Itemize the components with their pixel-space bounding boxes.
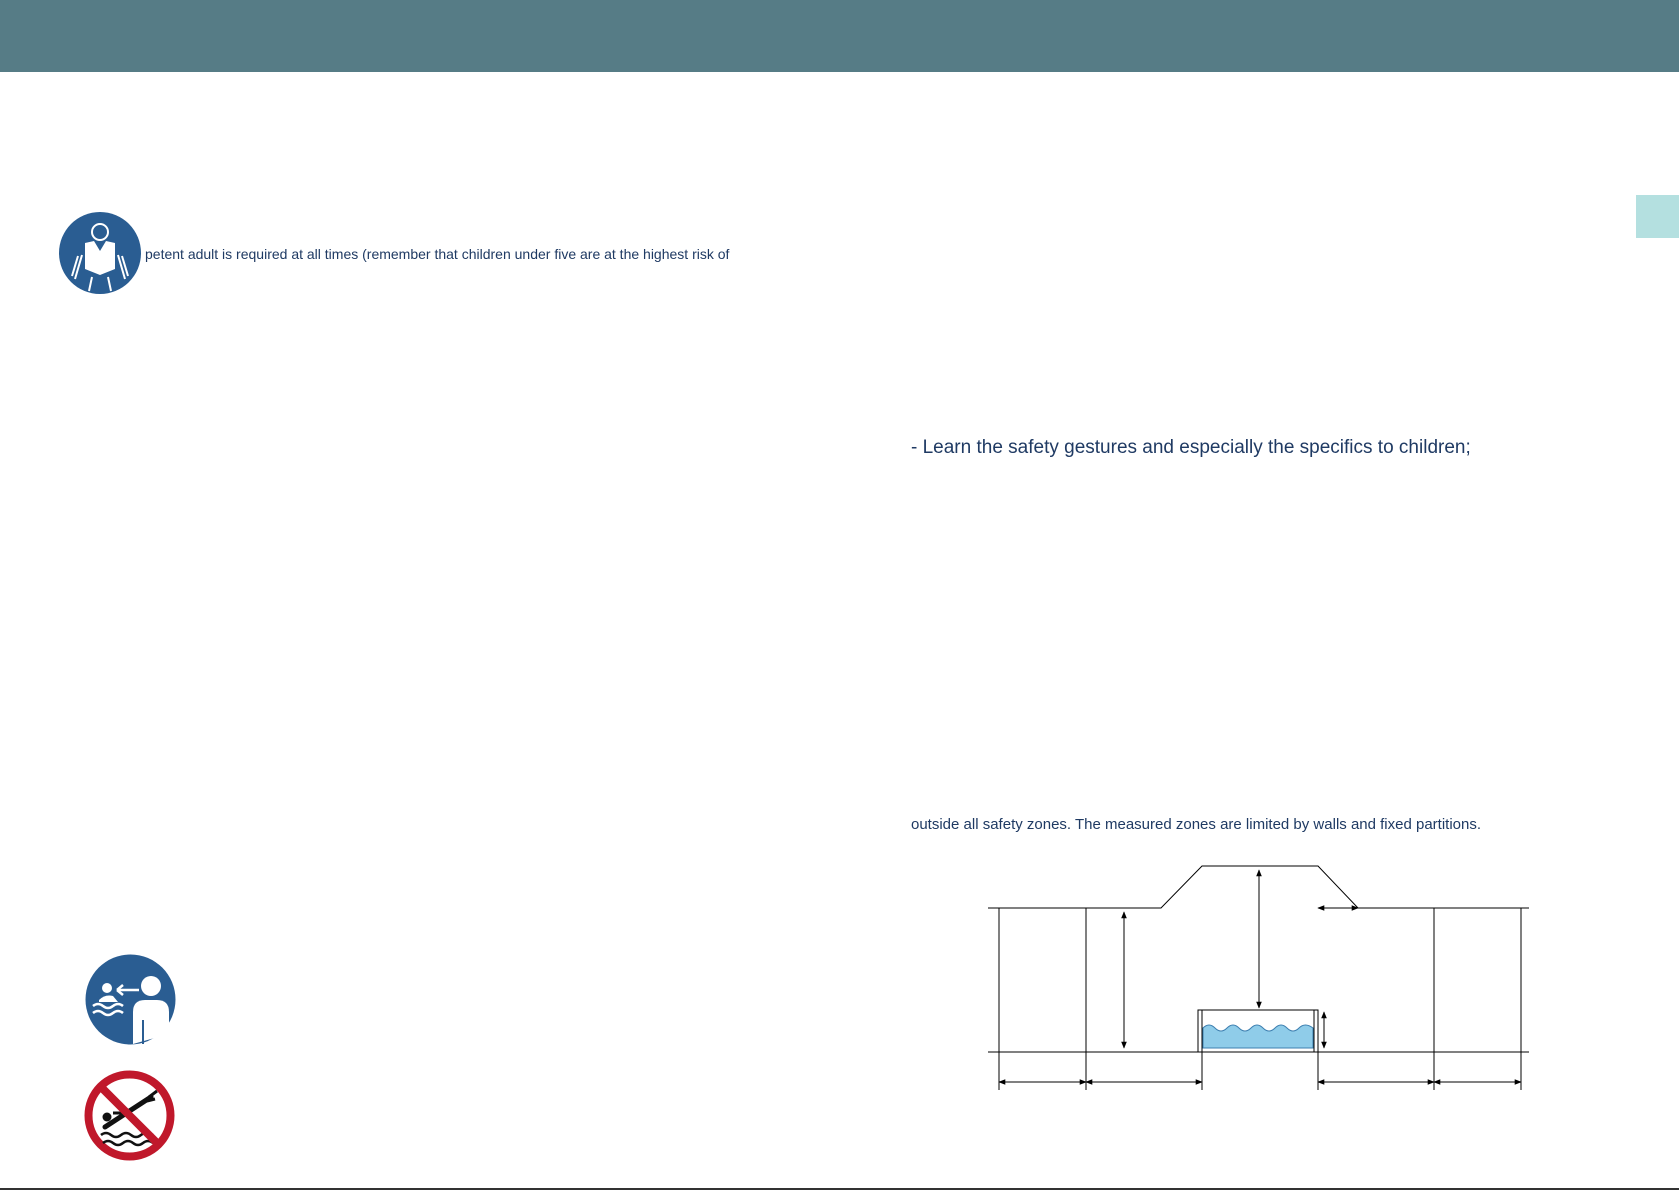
supervision-text: petent adult is required at all times (r…: [145, 246, 730, 262]
side-tab[interactable]: [1636, 195, 1679, 238]
safety-zone-diagram: [988, 865, 1529, 1090]
safety-gestures-bullet: - Learn the safety gestures and especial…: [911, 437, 1471, 458]
no-diving-icon: [84, 1070, 175, 1161]
supervise-children-icon: [85, 954, 176, 1045]
bottom-rule: [0, 1188, 1679, 1190]
header-bar: [0, 0, 1679, 72]
life-jacket-icon: [59, 212, 141, 294]
safety-zones-text: outside all safety zones. The measured z…: [911, 816, 1482, 833]
